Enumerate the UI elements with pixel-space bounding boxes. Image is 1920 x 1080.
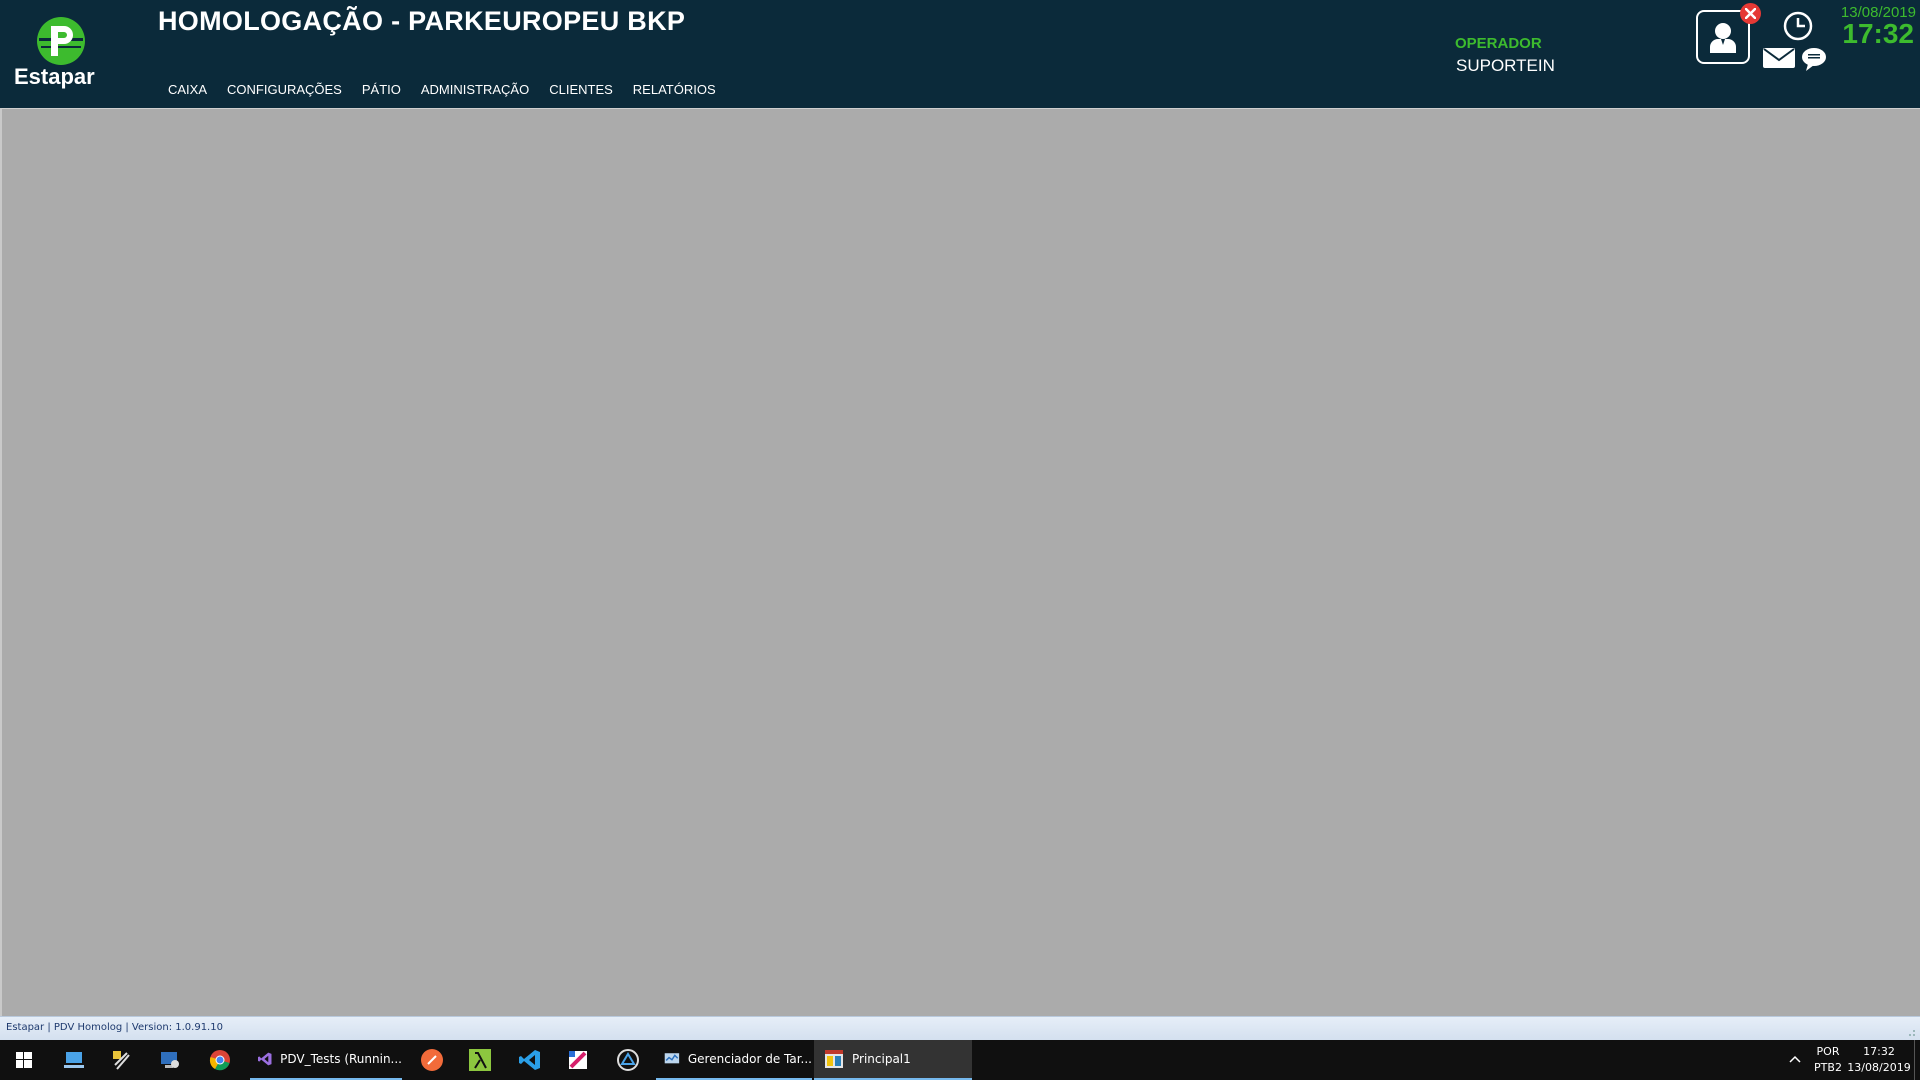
taskbar-app-visual-studio[interactable]: PDV_Tests (Runnin... (250, 1040, 402, 1080)
chevron-up-icon[interactable] (1788, 1052, 1802, 1066)
logo-text: Estapar (14, 64, 95, 89)
language-indicator[interactable]: POR PTB2 (1810, 1044, 1846, 1076)
visual-studio-icon (258, 1052, 272, 1066)
triangle-app-icon (617, 1049, 639, 1071)
app-window-icon (825, 1050, 843, 1068)
taskbar-chrome[interactable] (196, 1040, 244, 1080)
taskbar-triangle-app[interactable] (604, 1040, 652, 1080)
status-bar: Estapar | PDV Homolog | Version: 1.0.91.… (0, 1016, 1920, 1040)
taskbar-lambda[interactable] (456, 1040, 504, 1080)
menu-item-clientes[interactable]: CLIENTES (539, 80, 623, 99)
estapar-logo-icon (37, 17, 85, 65)
menu-item-caixa[interactable]: CAIXA (158, 80, 217, 99)
system-clock-time: 17:32 (1863, 1045, 1895, 1058)
system-clock[interactable]: 17:32 13/08/2019 (1846, 1044, 1912, 1076)
user-icon (1710, 23, 1736, 53)
windows-taskbar: PDV_Tests (Runnin... Gerenciador de Tar.… (0, 1040, 1920, 1080)
taskbar-app-task-manager[interactable]: Gerenciador de Tar... (656, 1040, 812, 1080)
keyboard-layout: PTB2 (1814, 1061, 1842, 1074)
start-button[interactable] (0, 1040, 48, 1080)
header-time: 17:32 (1842, 18, 1914, 49)
mail-icon[interactable] (1762, 46, 1796, 70)
page-title: HOMOLOGAÇÃO - PARKEUROPEU BKP (158, 6, 686, 36)
chat-icon[interactable] (1800, 46, 1828, 74)
windows-start-icon (16, 1052, 32, 1068)
taskbar-app-label: PDV_Tests (Runnin... (280, 1052, 402, 1066)
system-clock-date: 13/08/2019 (1847, 1061, 1911, 1074)
taskbar-tools[interactable] (98, 1040, 146, 1080)
main-menu: CAIXA CONFIGURAÇÕES PÁTIO ADMINISTRAÇÃO … (158, 80, 726, 99)
menu-item-configuracoes[interactable]: CONFIGURAÇÕES (217, 80, 352, 99)
close-icon (1745, 8, 1756, 19)
vscode-icon (519, 1050, 540, 1070)
taskbar-app-principal[interactable]: Principal1 (814, 1040, 972, 1080)
network-computer-icon (64, 1052, 84, 1068)
clock-icon[interactable] (1782, 10, 1814, 42)
logout-button[interactable] (1740, 3, 1761, 24)
chrome-icon (209, 1050, 230, 1071)
main-work-area (0, 108, 1920, 1016)
postman-icon (421, 1049, 443, 1071)
taskbar-vscode[interactable] (506, 1040, 554, 1080)
taskbar-network-computer[interactable] (50, 1040, 98, 1080)
language-code: POR (1816, 1045, 1840, 1058)
estapar-logo: Estapar (8, 16, 104, 92)
taskbar-remote-desktop[interactable] (146, 1040, 194, 1080)
app-header: Estapar HOMOLOGAÇÃO - PARKEUROPEU BKP CA… (0, 0, 1920, 108)
operator-label: OPERADOR (1455, 35, 1542, 52)
taskbar-postman[interactable] (408, 1040, 456, 1080)
status-version-text: Estapar | PDV Homolog | Version: 1.0.91.… (6, 1022, 223, 1033)
menu-item-patio[interactable]: PÁTIO (352, 80, 411, 99)
taskbar-paint[interactable] (554, 1040, 602, 1080)
task-manager-icon (664, 1053, 680, 1064)
show-desktop-button[interactable] (1914, 1040, 1920, 1080)
paint-icon (569, 1051, 587, 1069)
menu-item-administracao[interactable]: ADMINISTRAÇÃO (411, 80, 539, 99)
operator-name: SUPORTEIN (1456, 56, 1555, 75)
tools-icon (113, 1051, 130, 1070)
taskbar-app-label: Principal1 (852, 1052, 911, 1066)
lambda-icon (469, 1049, 491, 1071)
menu-item-relatorios[interactable]: RELATÓRIOS (623, 80, 726, 99)
remote-desktop-icon (161, 1052, 179, 1068)
resize-grip-icon[interactable] (1906, 1027, 1916, 1037)
taskbar-app-label: Gerenciador de Tar... (687, 1052, 812, 1066)
